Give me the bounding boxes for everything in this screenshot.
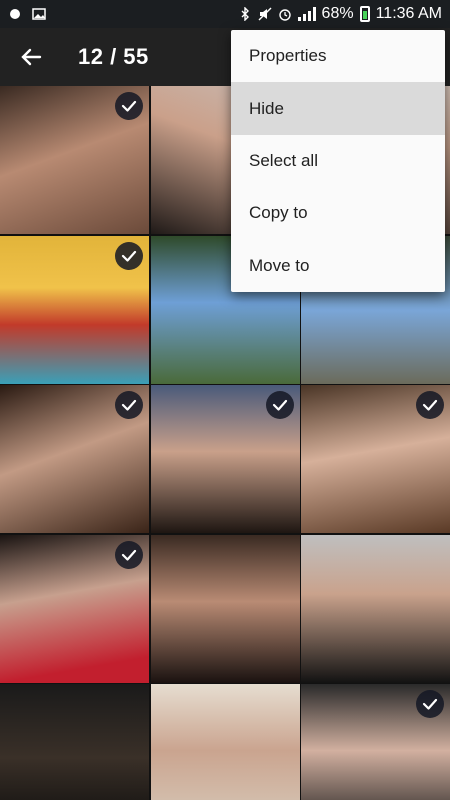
photo-thumbnail[interactable] [150,385,300,533]
photo-thumbnail[interactable] [301,534,450,683]
photo-image [150,534,300,683]
photo-thumbnail[interactable] [0,385,149,533]
check-icon[interactable] [115,540,143,569]
overflow-menu: Properties Hide Select all Copy to Move to [231,30,445,292]
photo-thumbnail[interactable] [0,534,149,683]
battery-percent: 68% [321,5,354,22]
mute-icon [258,7,272,21]
clock: 11:36 AM [375,5,442,22]
battery-fill [362,10,367,19]
photo-thumbnail[interactable] [301,385,450,533]
menu-item[interactable]: Hide [231,82,445,135]
check-icon[interactable] [115,241,143,270]
photo-thumbnail[interactable] [0,684,149,800]
image-icon [32,7,46,21]
photo-thumbnail[interactable] [150,534,300,683]
battery-icon [359,6,370,22]
alarm-icon [278,7,292,21]
photo-thumbnail[interactable] [0,86,149,234]
photo-image [0,684,149,800]
arrow-left-icon [21,48,42,66]
status-bar: 68% 11:36 AM [0,0,450,28]
menu-item[interactable]: Copy to [231,187,445,239]
photo-image [150,684,300,800]
photo-thumbnail[interactable] [301,684,450,800]
check-icon[interactable] [115,391,143,419]
signal-icon [297,7,316,21]
selection-counter: 12 / 55 [78,44,149,69]
menu-item[interactable]: Select all [231,135,445,187]
check-icon[interactable] [416,690,444,718]
check-icon[interactable] [416,391,444,419]
bluetooth-icon [238,6,252,22]
back-button[interactable] [16,42,46,72]
photo-thumbnail[interactable] [150,684,300,800]
notification-dot-icon [8,7,22,21]
check-icon[interactable] [265,391,294,419]
check-icon[interactable] [115,92,143,120]
photo-thumbnail[interactable] [0,235,149,384]
menu-item[interactable]: Move to [231,240,445,292]
photo-image [301,534,450,683]
menu-item[interactable]: Properties [231,30,445,82]
